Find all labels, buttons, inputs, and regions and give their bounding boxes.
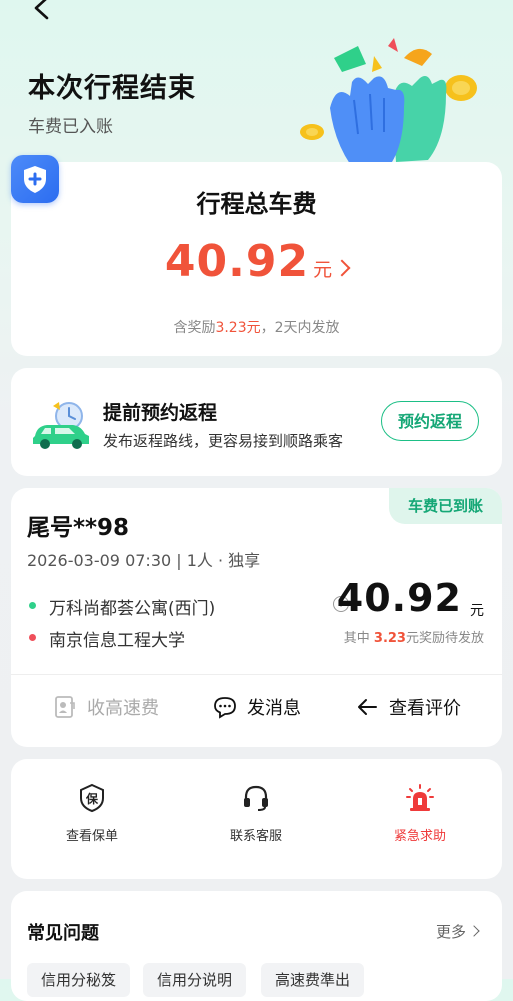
fare-unit: 元 (313, 259, 333, 281)
fare-title: 行程总车费 (196, 190, 317, 218)
destination-dot-icon (29, 634, 36, 641)
origin-address: 万科尚都荟公寓(西门) (49, 599, 216, 619)
origin-dot-icon (29, 602, 36, 609)
faq-title: 常见问题 (27, 923, 99, 944)
faq-chip[interactable]: 信用分说明 (143, 963, 247, 997)
return-trip-desc: 发布返程路线，更容易接到顺路乘客 (103, 432, 344, 450)
page-title: 本次行程结束 (28, 73, 196, 104)
back-arrow-icon[interactable] (28, 0, 58, 24)
trip-reward-note: 其中 3.23元奖励待发放 (343, 631, 484, 646)
destination-address: 南京信息工程大学 (49, 631, 185, 651)
emergency-help-button[interactable]: 紧急求助 (360, 783, 480, 844)
safety-shield-icon[interactable] (11, 155, 59, 203)
fare-reward-note: 含奖励3.23元，2天内发放 (173, 320, 340, 336)
faq-more-link[interactable]: 更多 (436, 921, 480, 942)
chevron-right-icon (468, 925, 480, 937)
divider (11, 674, 502, 675)
trip-amount-unit: 元 (470, 603, 484, 619)
chat-bubble-icon (214, 697, 236, 719)
return-trip-title: 提前预约返程 (103, 402, 218, 424)
collect-toll-button[interactable]: 收高速费 (53, 692, 159, 722)
headset-icon (244, 785, 268, 811)
book-return-button[interactable]: 预约返程 (381, 401, 479, 441)
celebration-hands-illustration (300, 38, 477, 164)
reward-amount: 3.23元 (215, 320, 261, 336)
faq-chip[interactable]: 高速费準出 (261, 963, 365, 997)
trip-reward-amount: 3.23 (373, 631, 406, 646)
emergency-help-label: 紧急求助 (393, 829, 446, 844)
view-review-label: 查看评价 (389, 698, 461, 719)
arrow-left-icon (358, 699, 377, 715)
trip-meta: 2026-03-09 07:30 | 1人 · 独享 (27, 551, 261, 570)
passenger-plate: 尾号**98 (27, 515, 130, 541)
fare-amount: 40.92 (164, 236, 310, 287)
view-policy-label: 查看保单 (65, 829, 118, 844)
trip-detail-card[interactable]: 车费已到账 尾号**98 2026-03-09 07:30 | 1人 · 独享 … (11, 488, 502, 747)
faq-chip[interactable]: 信用分秘笈 (27, 963, 131, 997)
contact-service-button[interactable]: 联系客服 (196, 783, 316, 844)
send-message-button[interactable]: 发消息 (213, 692, 301, 722)
view-review-button[interactable]: 查看评价 (355, 692, 461, 722)
chevron-right-icon (333, 259, 351, 277)
faq-card: 常见问题 更多 信用分秘笈 信用分说明 高速费準出 (11, 891, 502, 1001)
insurance-policy-icon: 保 (80, 783, 104, 813)
fare-amount-link[interactable]: 40.92 元 (11, 236, 502, 287)
car-clock-icon (33, 402, 89, 449)
view-policy-button[interactable]: 保 查看保单 (32, 783, 152, 844)
toll-receipt-icon (55, 696, 75, 718)
send-message-label: 发消息 (247, 698, 301, 719)
fare-received-badge: 车费已到账 (389, 488, 502, 524)
tools-card: 保 查看保单 联系客服 紧急求助 (11, 759, 502, 879)
return-trip-card: 提前预约返程 发布返程路线，更容易接到顺路乘客 预约返程 (11, 368, 502, 476)
svg-text:保: 保 (85, 791, 99, 806)
page-subtitle: 车费已入账 (28, 117, 113, 137)
collect-toll-label: 收高速费 (87, 698, 159, 719)
trip-amount: 40.92 (336, 576, 462, 620)
contact-service-label: 联系客服 (229, 829, 282, 844)
emergency-siren-icon (406, 784, 434, 811)
fare-summary-card: 行程总车费 40.92 元 含奖励3.23元，2天内发放 (11, 162, 502, 356)
